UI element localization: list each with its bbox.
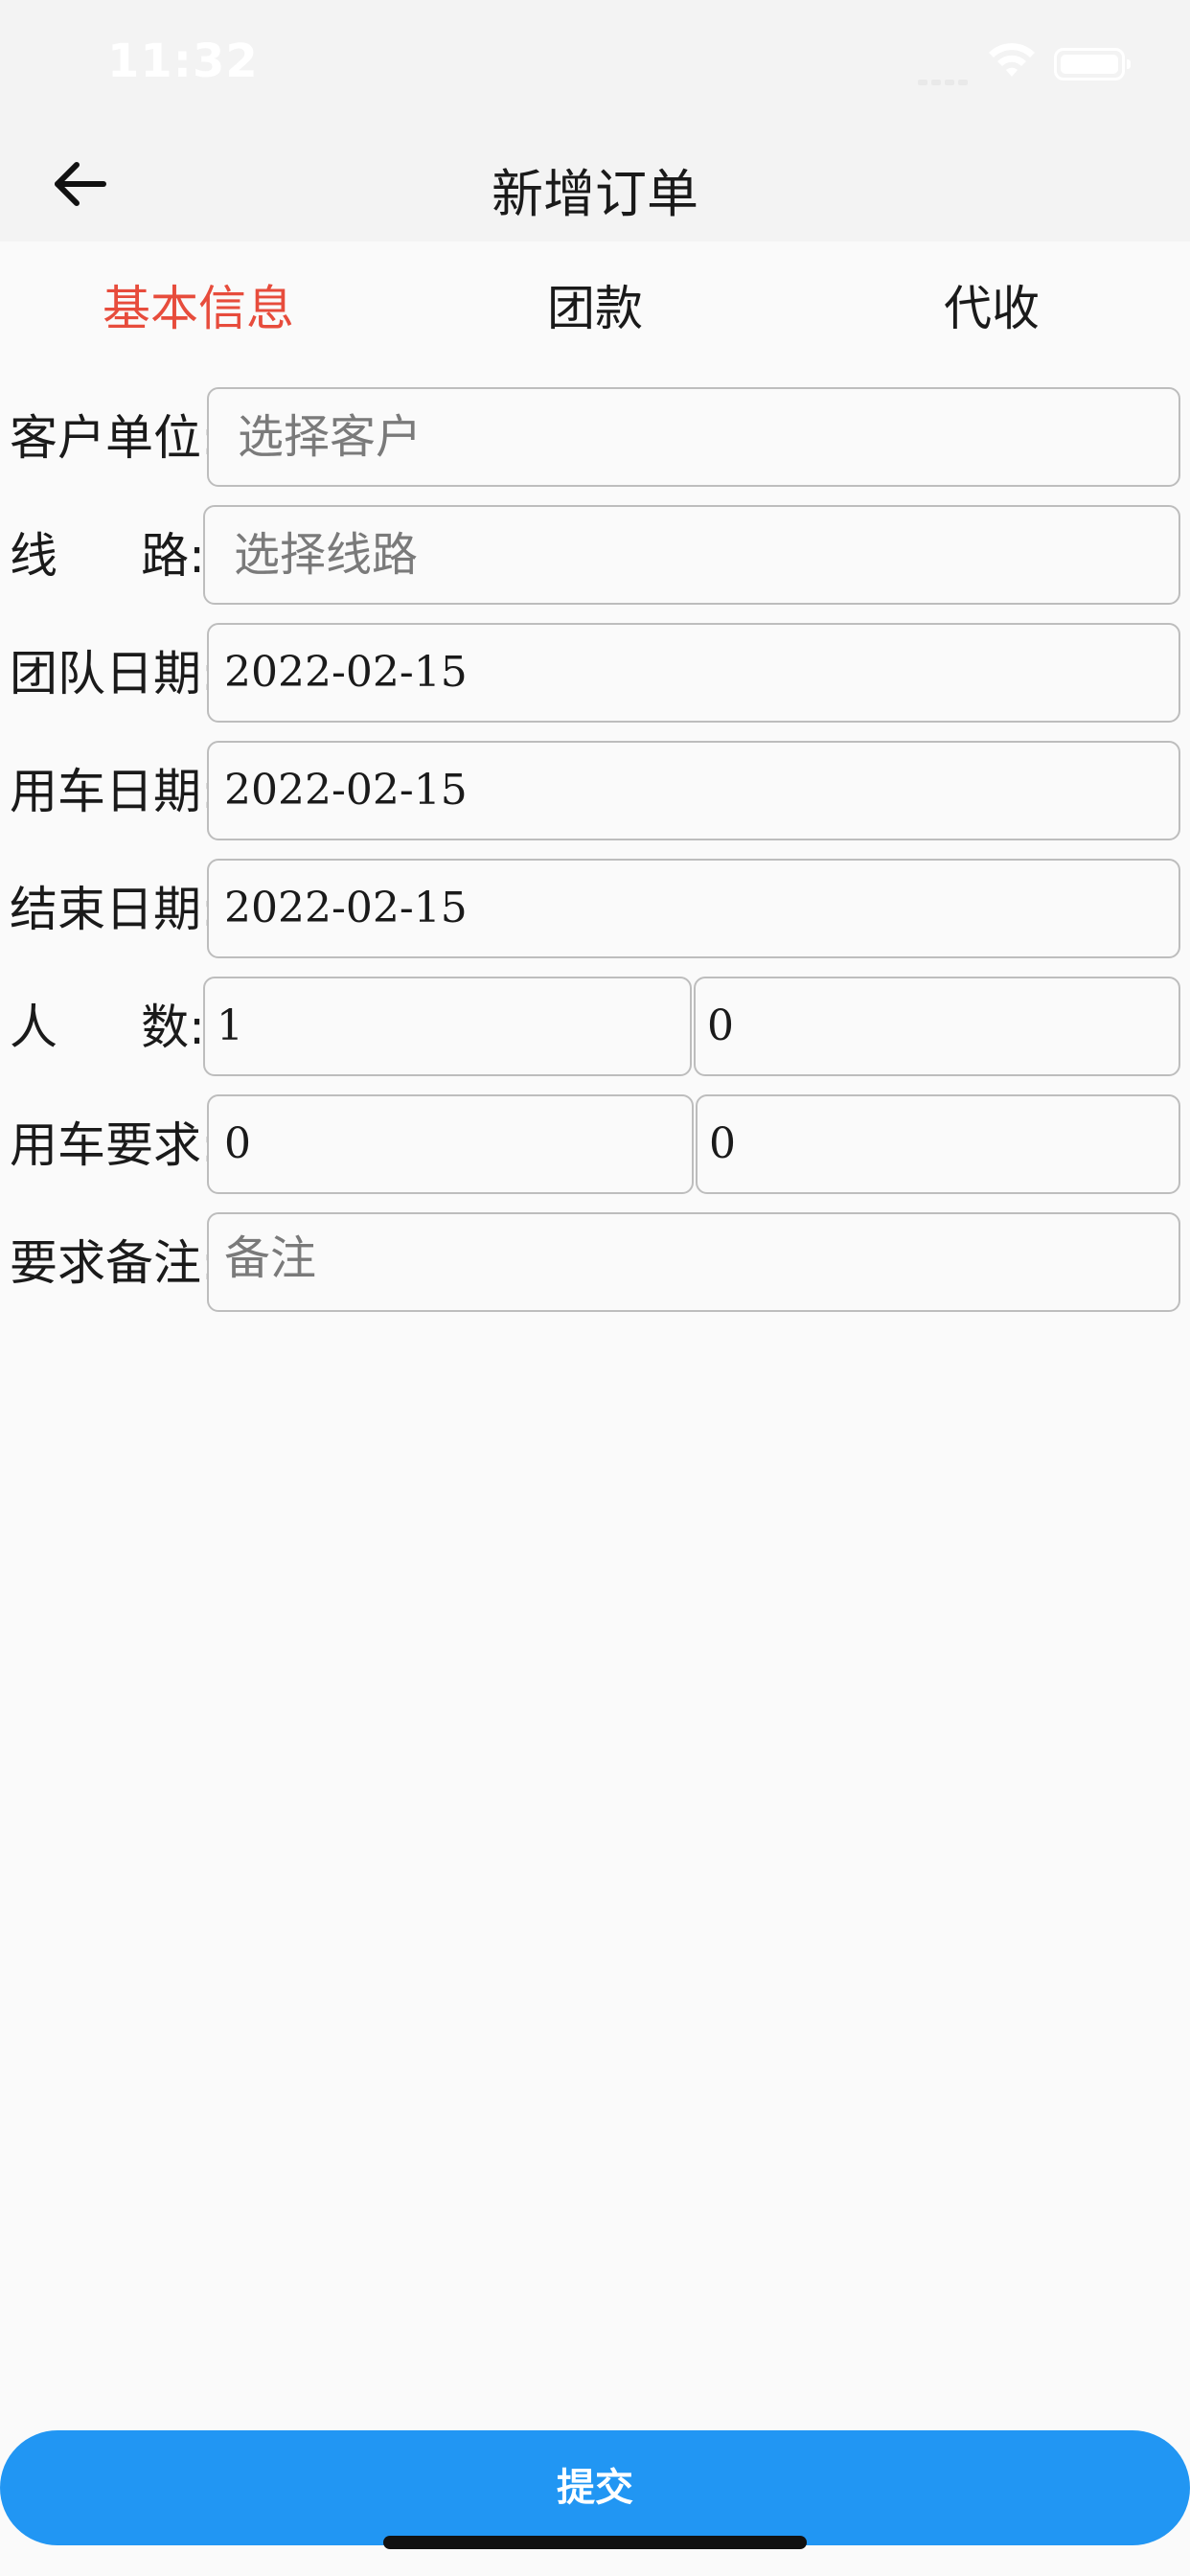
nav-bar: 新增订单 [0,126,1190,242]
tab-collection[interactable]: 代收 [793,242,1190,376]
people-label: 人 数: [10,977,205,1078]
row-people: 人 数: 1 0 [0,977,1190,1078]
end-date-field[interactable]: 2022-02-15 [207,859,1180,958]
remark-field[interactable]: 备注 [207,1212,1180,1312]
route-select[interactable]: 选择线路 [203,505,1180,605]
team-date-field[interactable]: 2022-02-15 [207,623,1180,723]
row-route: 线 路: 选择线路 [0,505,1190,607]
end-date-label: 结束日期: [10,882,217,937]
row-use-date: 用车日期: 2022-02-15 [0,741,1190,842]
status-bar: 11:32 [0,0,1190,126]
team-date-label: 团队日期: [10,646,217,702]
people-field-2[interactable]: 0 [694,977,1180,1076]
wifi-icon [989,43,1035,77]
row-team-date: 团队日期: 2022-02-15 [0,623,1190,724]
battery-icon [1054,48,1131,80]
status-time: 11:32 [107,34,259,88]
people-label-right: 数: [141,1000,205,1055]
people-field-1[interactable]: 1 [203,977,692,1076]
remark-label: 要求备注: [10,1235,217,1291]
tab-group-payment[interactable]: 团款 [397,242,793,376]
row-vehicle-req: 用车要求: 0 0 [0,1094,1190,1196]
use-date-label: 用车日期: [10,764,217,819]
route-label-left: 线 [10,528,57,584]
row-remark: 要求备注: 备注 [0,1212,1190,1314]
vehicle-req-field-2[interactable]: 0 [696,1094,1180,1194]
customer-label: 客户单位: [10,410,217,466]
row-end-date: 结束日期: 2022-02-15 [0,859,1190,960]
route-label-right: 路: [141,528,205,584]
customer-select[interactable]: 选择客户 [207,387,1180,487]
submit-button[interactable]: 提交 [0,2430,1190,2545]
home-indicator [383,2536,807,2549]
tab-basic-info[interactable]: 基本信息 [0,242,397,376]
page-title: 新增订单 [492,164,698,224]
use-date-field[interactable]: 2022-02-15 [207,741,1180,840]
screen: 11:32 新增订单 基本信息 团款 代收 客户单位: 选择客户 线 路: 选择… [0,0,1190,2576]
signal-icon [918,71,975,85]
row-customer: 客户单位: 选择客户 [0,387,1190,489]
vehicle-req-label: 用车要求: [10,1117,217,1173]
tab-bar: 基本信息 团款 代收 [0,242,1190,376]
people-label-left: 人 [10,1000,57,1055]
route-label: 线 路: [10,505,205,607]
vehicle-req-field-1[interactable]: 0 [207,1094,694,1194]
